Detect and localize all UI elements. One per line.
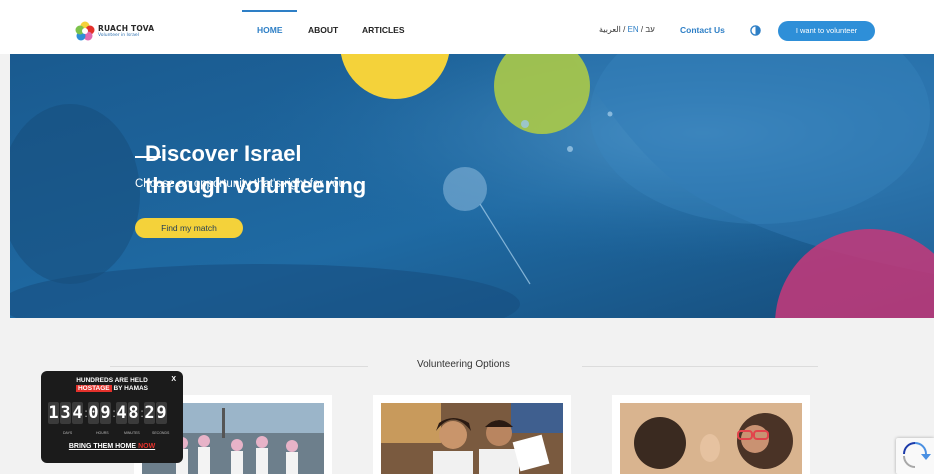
- hours-digit: 0: [88, 402, 99, 424]
- find-my-match-button[interactable]: Find my match: [135, 218, 243, 238]
- unit-minutes: MINUTES: [124, 431, 140, 435]
- days-digit: 1: [48, 402, 59, 424]
- option-card-image: [620, 403, 802, 474]
- site-header: RUACH TOVA Volunteer in Israel HOME ABOU…: [0, 0, 934, 54]
- lang-hebrew[interactable]: עב: [645, 25, 654, 34]
- hero-subtitle: Choose an opportunity that's right for y…: [135, 178, 345, 190]
- option-card[interactable]: [373, 395, 571, 474]
- nav-active-indicator: [242, 10, 297, 12]
- page: RUACH TOVA Volunteer in Israel HOME ABOU…: [0, 0, 934, 474]
- hero-divider: [135, 156, 161, 158]
- close-icon[interactable]: X: [171, 376, 176, 383]
- contact-us-link[interactable]: Contact Us: [680, 25, 725, 35]
- logo-flower-icon: [75, 21, 95, 41]
- hours-digit: 9: [100, 402, 111, 424]
- lang-arabic[interactable]: العربية: [599, 25, 621, 34]
- countdown-timer: 1 3 4 : 0 9 : 4 8 : 2 9: [48, 402, 176, 426]
- hostage-highlight: HOSTAGE: [75, 385, 112, 392]
- hero-title-line1: Discover Israel: [145, 141, 302, 166]
- hostage-countdown-widget[interactable]: HUNDREDS ARE HELD HOSTAGE BY HAMAS X 1 3…: [41, 371, 183, 463]
- logo-subtitle: Volunteer in Israel: [98, 33, 139, 38]
- days-digit: 3: [60, 402, 71, 424]
- nav-articles[interactable]: ARTICLES: [362, 25, 405, 35]
- hero-title: Discover Israel through volunteering: [145, 138, 445, 202]
- minutes-digit: 4: [116, 402, 127, 424]
- hostage-subheadline: HOSTAGE BY HAMAS: [41, 385, 183, 392]
- i-want-to-volunteer-button[interactable]: I want to volunteer: [778, 21, 875, 41]
- lang-english[interactable]: EN: [628, 25, 639, 34]
- logo-title: RUACH TOVA: [98, 24, 155, 33]
- unit-days: DAYS: [63, 431, 73, 435]
- unit-hours: HOURS: [96, 431, 109, 435]
- hostage-headline: HUNDREDS ARE HELD: [76, 377, 148, 384]
- bring-text: BRING THEM HOME: [68, 443, 139, 450]
- minutes-digit: 8: [128, 402, 139, 424]
- seconds-digit: 9: [156, 402, 167, 424]
- days-digit: 4: [72, 402, 83, 424]
- logo[interactable]: RUACH TOVA Volunteer in Israel: [74, 20, 164, 44]
- section-divider-right: [582, 366, 818, 367]
- contrast-icon[interactable]: [750, 25, 761, 36]
- seconds-digit: 2: [144, 402, 155, 424]
- recaptcha-icon: [903, 442, 931, 468]
- nav-about[interactable]: ABOUT: [308, 25, 338, 35]
- language-switcher: العربية / EN / עב: [599, 25, 655, 34]
- option-card-image: [381, 403, 563, 474]
- recaptcha-badge[interactable]: [896, 438, 934, 474]
- unit-seconds: SECONDS: [152, 431, 170, 435]
- lang-separator: /: [620, 25, 628, 34]
- bring-now: NOW: [138, 443, 156, 450]
- bring-them-home-link[interactable]: BRING THEM HOME NOW: [41, 443, 183, 450]
- volunteering-options-title: Volunteering Options: [417, 359, 510, 370]
- hostage-subheadline-rest: BY HAMAS: [111, 385, 149, 392]
- option-card[interactable]: [612, 395, 810, 474]
- nav-home[interactable]: HOME: [257, 25, 283, 35]
- section-divider-left: [110, 366, 368, 367]
